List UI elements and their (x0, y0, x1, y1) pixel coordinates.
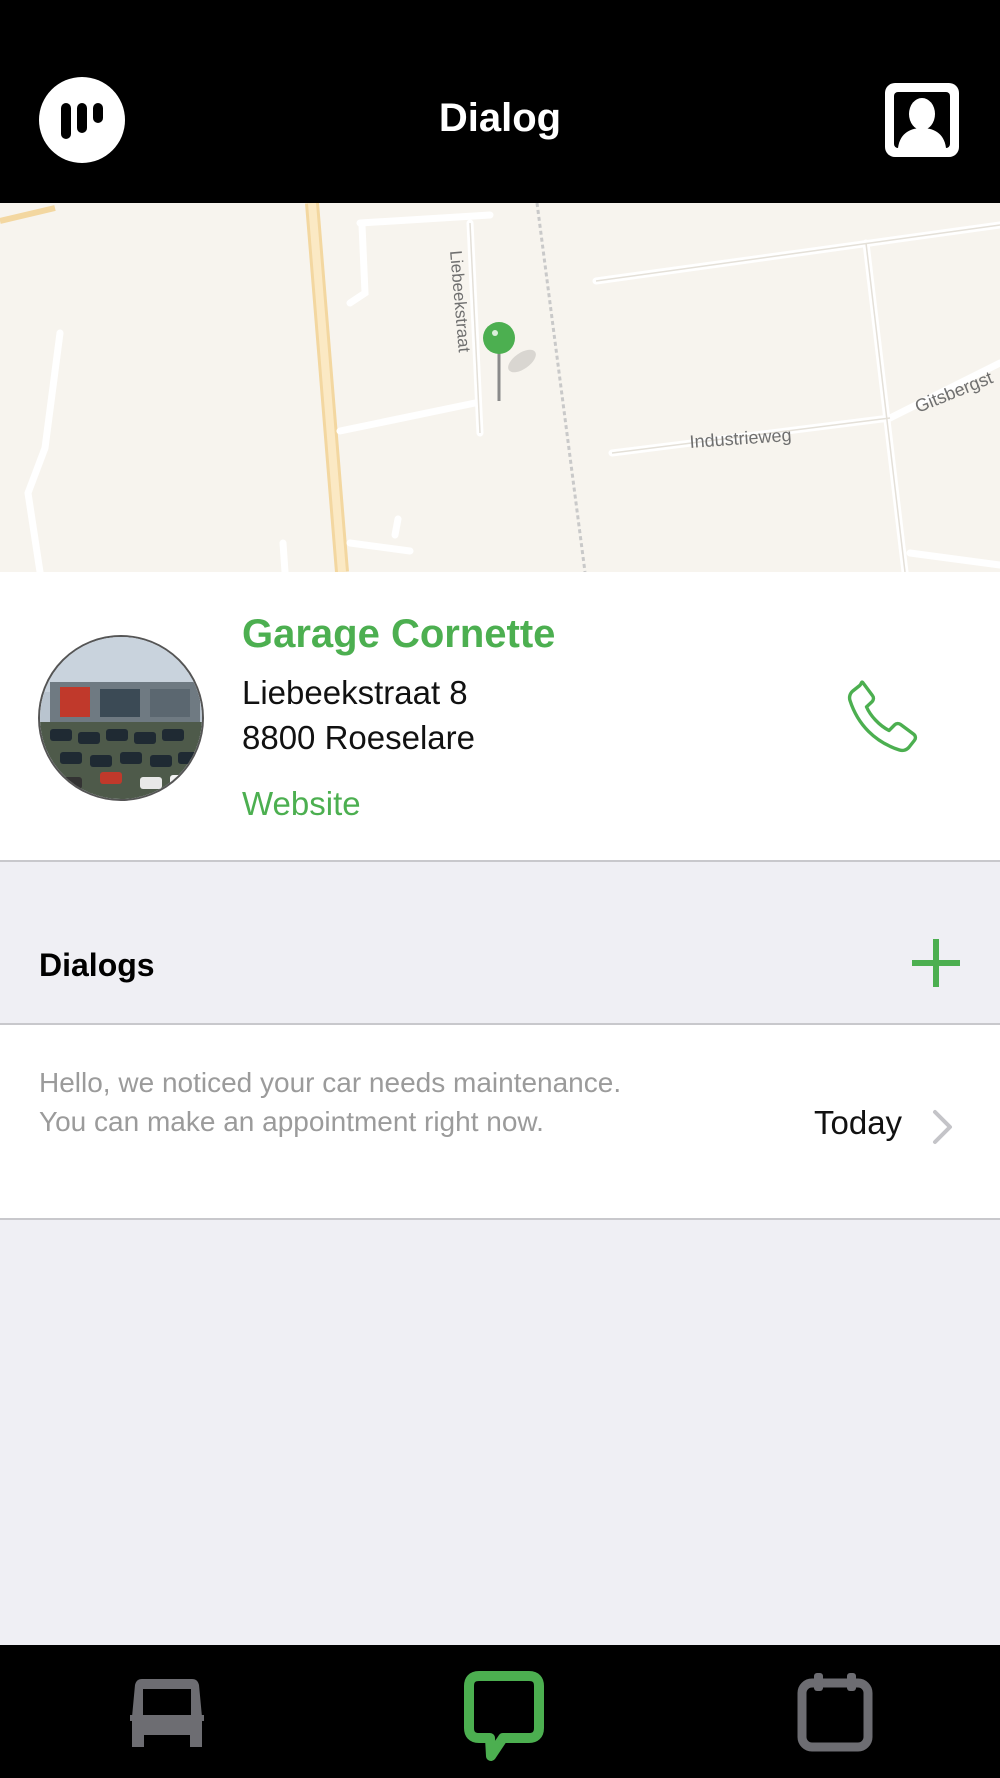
tab-vehicles[interactable] (0, 1645, 333, 1778)
map-pin-icon (483, 322, 515, 354)
map-street-label: Industrieweg (689, 425, 792, 452)
phone-icon[interactable] (838, 672, 928, 762)
tab-dialogs[interactable] (333, 1645, 666, 1778)
profile-icon[interactable] (882, 80, 962, 160)
tab-calendar[interactable] (666, 1645, 999, 1778)
dialog-preview-line-1: Hello, we noticed your car needs mainten… (39, 1067, 622, 1098)
chevron-right-icon (930, 1107, 956, 1147)
bottom-tab-bar (0, 1645, 1000, 1778)
dialogs-section-header: Dialogs (0, 862, 1000, 1025)
dialog-preview-line-2: You can make an appointment right now. (39, 1106, 544, 1137)
top-nav-bar: Dialog (0, 0, 1000, 203)
plus-icon[interactable] (910, 937, 962, 989)
location-map[interactable]: Liebeekstraat Industrieweg Gitsbergst (0, 203, 1000, 572)
map-street-label: Gitsbergst (912, 367, 996, 416)
calendar-icon (797, 1673, 873, 1752)
address-line-2: 8800 Roeselare (242, 719, 475, 756)
page-title: Dialog (438, 96, 562, 140)
car-icon (130, 1679, 204, 1747)
garage-avatar (38, 635, 204, 801)
garage-info-card: Garage Cornette Liebeekstraat 8 8800 Roe… (0, 572, 1000, 862)
dialogs-title: Dialogs (39, 947, 155, 983)
list-item[interactable]: Hello, we noticed your car needs mainten… (0, 1025, 1000, 1220)
address-line-1: Liebeekstraat 8 (242, 674, 468, 711)
website-link[interactable]: Website (242, 785, 361, 823)
chat-icon (464, 1671, 544, 1761)
dialog-date: Today (814, 1104, 903, 1141)
garage-name: Garage Cornette (242, 612, 556, 656)
